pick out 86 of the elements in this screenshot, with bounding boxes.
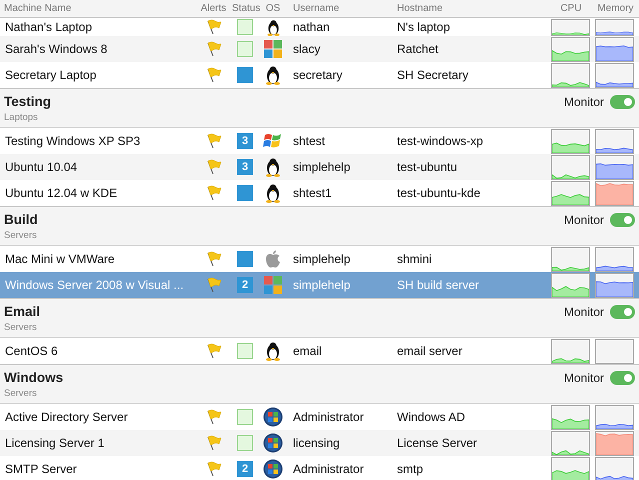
- status-badge: 3: [237, 159, 253, 175]
- status-badge: 3: [237, 133, 253, 149]
- username: simplehelp: [292, 160, 352, 174]
- username: shtest1: [292, 186, 333, 200]
- machine-name: SMTP Server: [4, 462, 78, 476]
- machine-row[interactable]: Active Directory Server Administrator Windows AD: [0, 404, 639, 430]
- monitor-toggle[interactable]: [610, 371, 635, 385]
- machine-row[interactable]: Testing Windows XP SP3 3 shtest test-windows-xp: [0, 128, 639, 154]
- column-header[interactable]: Memory: [591, 3, 635, 14]
- monitor-label: Monitor: [564, 213, 604, 227]
- hostname: email server: [396, 344, 464, 358]
- machine-name: Testing Windows XP SP3: [4, 134, 142, 148]
- cpu-sparkline: [551, 430, 590, 456]
- username: Administrator: [292, 462, 365, 476]
- group-subtitle: Servers: [4, 388, 38, 399]
- hostname: Ratchet: [396, 42, 440, 56]
- username: simplehelp: [292, 252, 352, 266]
- machine-name: Mac Mini w VMWare: [4, 252, 116, 266]
- hostname: N's laptop: [396, 20, 451, 34]
- group-title: Build: [4, 212, 38, 227]
- machine-row[interactable]: Secretary Laptop secretary SH Secretary: [0, 62, 639, 88]
- group-subtitle: Servers: [4, 322, 38, 333]
- flag-icon: [206, 19, 222, 35]
- monitor-label: Monitor: [564, 371, 604, 385]
- monitor-label: Monitor: [564, 95, 604, 109]
- cpu-sparkline: [551, 456, 590, 480]
- hostname: test-windows-xp: [396, 134, 484, 148]
- column-header[interactable]: Machine Name: [0, 3, 195, 14]
- column-header[interactable]: Status: [232, 3, 258, 14]
- username: shtest: [292, 134, 326, 148]
- machine-row[interactable]: Nathan's Laptop nathan N's laptop: [0, 18, 639, 36]
- username: slacy: [292, 42, 322, 56]
- flag-icon: [206, 277, 222, 293]
- flag-icon: [206, 67, 222, 83]
- username: simplehelp: [292, 278, 352, 292]
- column-header[interactable]: CPU: [546, 3, 591, 14]
- username: nathan: [292, 20, 331, 34]
- group-title: Email: [4, 304, 40, 319]
- status-badge: 2: [237, 461, 253, 477]
- machine-name: Active Directory Server: [4, 410, 129, 424]
- column-header[interactable]: Hostname: [392, 3, 546, 14]
- machine-name: Nathan's Laptop: [4, 20, 94, 34]
- hostname: SH Secretary: [396, 68, 470, 82]
- group-title: Windows: [4, 370, 64, 385]
- machine-name: Sarah's Windows 8: [4, 42, 108, 56]
- username: email: [292, 344, 323, 358]
- flag-icon: [206, 41, 222, 57]
- machine-row[interactable]: CentOS 6 email email server: [0, 338, 639, 364]
- flag-icon: [206, 185, 222, 201]
- group-subtitle: Servers: [4, 230, 38, 241]
- machine-name: Ubuntu 10.04: [4, 160, 78, 174]
- monitor-toggle[interactable]: [610, 213, 635, 227]
- username: secretary: [292, 68, 344, 82]
- status-badge: 2: [237, 277, 253, 293]
- hostname: shmini: [396, 252, 433, 266]
- username: licensing: [292, 436, 341, 450]
- hostname: License Server: [396, 436, 478, 450]
- hostname: SH build server: [396, 278, 480, 292]
- monitor-toggle[interactable]: [610, 95, 635, 109]
- machine-name: Ubuntu 12.04 w KDE: [4, 186, 118, 200]
- flag-icon: [206, 461, 222, 477]
- flag-icon: [206, 133, 222, 149]
- hostname: test-ubuntu: [396, 160, 458, 174]
- flag-icon: [206, 251, 222, 267]
- flag-icon: [206, 409, 222, 425]
- machine-name: CentOS 6: [4, 344, 59, 358]
- username: Administrator: [292, 410, 365, 424]
- flag-icon: [206, 435, 222, 451]
- column-header[interactable]: Username: [288, 3, 392, 14]
- flag-icon: [206, 159, 222, 175]
- machine-row[interactable]: SMTP Server 2 Administrator smtp: [0, 456, 639, 480]
- group-subtitle: Laptops: [4, 112, 39, 123]
- flag-icon: [206, 343, 222, 359]
- machine-row[interactable]: Mac Mini w VMWare simplehelp shmini: [0, 246, 639, 272]
- group-title: Testing: [4, 94, 51, 109]
- machine-row[interactable]: Ubuntu 12.04 w KDE shtest1 test-ubuntu-kde: [0, 180, 639, 206]
- column-header[interactable]: Alerts: [195, 3, 232, 14]
- monitor-toggle[interactable]: [610, 305, 635, 319]
- cpu-sparkline: [551, 154, 590, 180]
- machine-name: Secretary Laptop: [4, 68, 98, 82]
- hostname: test-ubuntu-kde: [396, 186, 482, 200]
- machine-name: Windows Server 2008 w Visual ...: [4, 278, 185, 292]
- machine-name: Licensing Server 1: [4, 436, 106, 450]
- hostname: smtp: [396, 462, 424, 476]
- hostname: Windows AD: [396, 410, 466, 424]
- monitor-label: Monitor: [564, 305, 604, 319]
